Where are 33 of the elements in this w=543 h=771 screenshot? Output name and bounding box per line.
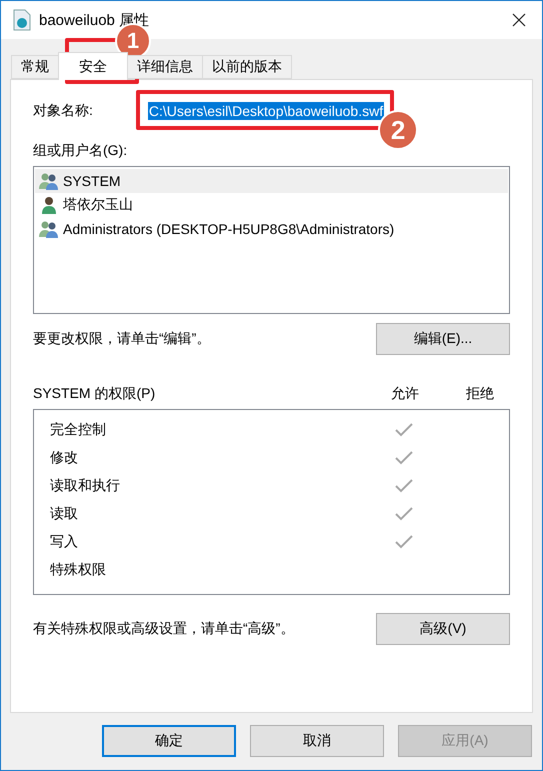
tab[interactable]: 安全 [58, 52, 128, 80]
users-icon [39, 172, 59, 190]
permission-name: 特殊权限 [50, 561, 107, 579]
permission-name: 读取 [50, 505, 79, 523]
tab[interactable]: 详细信息 [127, 55, 203, 79]
edit-hint: 要更改权限，请单击“编辑”。 [33, 330, 210, 348]
field-label: 对象名称: [33, 102, 93, 120]
advanced-hint: 有关特殊权限或高级设置，请单击“高级”。 [33, 620, 294, 638]
permission-name: 修改 [50, 449, 79, 467]
close-icon [512, 13, 526, 27]
list-item[interactable]: Administrators (DESKTOP-H5UP8G8\Administrators) [35, 217, 508, 241]
list-item[interactable]: SYSTEM [35, 169, 508, 193]
dialog-button[interactable]: 确定 [102, 725, 236, 757]
permission-name: 完全控制 [50, 421, 107, 439]
advanced-button[interactable]: 高级(V) [376, 613, 510, 645]
column-header: 拒绝 [466, 385, 494, 403]
user-name: 塔依尔玉山 [63, 196, 133, 214]
permissions-label: SYSTEM 的权限(P) [33, 385, 156, 403]
list-item[interactable]: 塔依尔玉山 [35, 193, 508, 217]
permission-name: 读取和执行 [50, 477, 121, 495]
users-icon [39, 220, 59, 238]
user-icon [39, 196, 59, 214]
file-icon [13, 9, 31, 31]
user-name: SYSTEM [63, 173, 121, 189]
tab[interactable]: 以前的版本 [202, 55, 292, 79]
edit-button[interactable]: 编辑(E)... [376, 323, 510, 355]
user-name: Administrators (DESKTOP-H5UP8G8\Administrators) [63, 221, 394, 237]
object-path[interactable]: C:\Users\esil\Desktop\baoweiluob.swf [148, 102, 384, 120]
tab[interactable]: 常规 [11, 55, 59, 79]
column-header: 允许 [391, 385, 419, 403]
list-label: 组或用户名(G): [33, 142, 128, 160]
permission-name: 写入 [50, 533, 79, 551]
dialog-button[interactable]: 取消 [250, 725, 384, 757]
